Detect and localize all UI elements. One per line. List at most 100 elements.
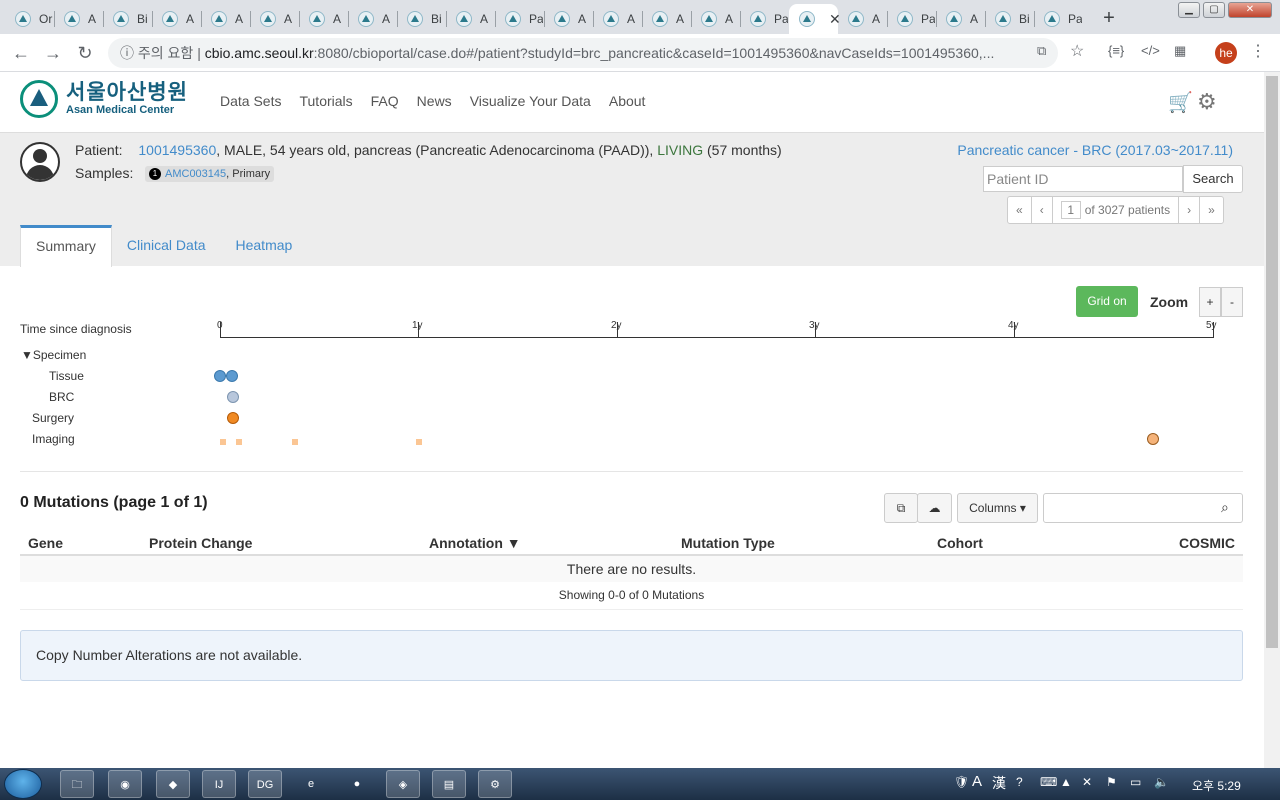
mutation-search-input[interactable]: ⌕ (1043, 493, 1243, 523)
grid-on-button[interactable]: Grid on (1076, 286, 1138, 317)
asan-logo[interactable]: 서울아산병원 Asan Medical Center (20, 80, 188, 118)
tab-clinical-data[interactable]: Clinical Data (112, 225, 221, 266)
gear-icon[interactable]: ⚙ (1197, 89, 1217, 115)
download-cloud-icon[interactable]: ☁ (917, 493, 952, 523)
col-annotation[interactable]: Annotation ▼ (429, 535, 521, 551)
col-gene[interactable]: Gene (28, 535, 63, 551)
nav-visualize[interactable]: Visualize Your Data (470, 93, 591, 109)
browser-tab[interactable]: A (593, 4, 642, 34)
clock[interactable]: 오후 5:29 (1192, 777, 1241, 794)
browser-tab[interactable]: A (446, 4, 495, 34)
page-scrollbar[interactable] (1264, 72, 1280, 768)
nav-faq[interactable]: FAQ (371, 93, 399, 109)
browser-tab[interactable]: Pa (740, 4, 789, 34)
new-tab-button[interactable]: + (1096, 6, 1122, 30)
browser-tab[interactable]: A (54, 4, 103, 34)
tissue-event-marker[interactable] (226, 370, 238, 382)
tray-expand-icon[interactable]: ▲ (1060, 775, 1072, 789)
imaging-event-marker[interactable] (416, 439, 422, 445)
cart-icon[interactable]: 🛒 (1168, 90, 1193, 115)
ime-a-icon[interactable]: A (972, 773, 982, 790)
tab-heatmap[interactable]: Heatmap (221, 225, 308, 266)
datagrip-taskbar-icon[interactable]: DG (248, 770, 282, 798)
minimize-button[interactable]: ▁ (1178, 2, 1200, 18)
app-taskbar-icon[interactable]: ● (340, 770, 374, 798)
browser-tab[interactable]: A (348, 4, 397, 34)
browser-tab[interactable]: Or (5, 4, 54, 34)
browser-tab[interactable]: A (642, 4, 691, 34)
json-extension-icon[interactable]: {≡} (1108, 43, 1124, 58)
imaging-event-marker[interactable] (292, 439, 298, 445)
intellij-taskbar-icon[interactable]: IJ (202, 770, 236, 798)
volume-icon[interactable]: 🔈 (1154, 775, 1169, 789)
surgery-event-marker[interactable] (227, 412, 239, 424)
brc-event-marker[interactable] (227, 391, 239, 403)
app-taskbar-icon[interactable]: ⚙ (478, 770, 512, 798)
patient-id-link[interactable]: 1001495360 (138, 142, 216, 158)
forward-icon[interactable]: → (42, 43, 64, 64)
pager-prev-button[interactable]: ‹ (1032, 197, 1053, 223)
tray-shield-icon[interactable]: 🛡 (954, 775, 969, 789)
browser-tab[interactable]: A (152, 4, 201, 34)
help-icon[interactable]: ? (1016, 775, 1023, 789)
url-input[interactable]: ⓘ 주의 요함 | cbio.amc.seoul.kr:8080/cbiopor… (108, 38, 1058, 68)
app-taskbar-icon[interactable]: ◈ (386, 770, 420, 798)
reload-icon[interactable]: ↻ (74, 43, 96, 64)
nav-data-sets[interactable]: Data Sets (220, 93, 281, 109)
nav-news[interactable]: News (417, 93, 452, 109)
ie-taskbar-icon[interactable]: e (294, 770, 328, 798)
browser-tab[interactable]: A (299, 4, 348, 34)
pager-last-button[interactable]: » (1200, 197, 1223, 223)
browser-tab[interactable]: Bi (397, 4, 446, 34)
back-icon[interactable]: ← (10, 43, 32, 64)
chrome-taskbar-icon[interactable]: ◉ (108, 770, 142, 798)
tissue-event-marker[interactable] (214, 370, 226, 382)
tray-icon[interactable]: ✕ (1082, 775, 1092, 789)
zoom-in-button[interactable]: + (1199, 287, 1221, 317)
patient-id-input[interactable]: Patient ID (983, 166, 1183, 192)
browser-tab[interactable]: A (838, 4, 887, 34)
sample-badge[interactable]: 1 AMC003145, Primary (145, 166, 275, 182)
zoom-out-button[interactable]: - (1221, 287, 1243, 317)
browser-tab[interactable]: A (691, 4, 740, 34)
pager-page-input[interactable]: 1 (1060, 201, 1081, 219)
copy-icon[interactable]: ⧉ (884, 493, 918, 523)
col-protein-change[interactable]: Protein Change (149, 535, 252, 551)
start-button[interactable] (4, 769, 42, 799)
browser-tab[interactable]: Pa (887, 4, 936, 34)
nav-tutorials[interactable]: Tutorials (299, 93, 352, 109)
browser-tab[interactable]: A (201, 4, 250, 34)
col-cosmic[interactable]: COSMIC (1179, 535, 1235, 551)
study-link[interactable]: Pancreatic cancer - BRC (2017.03~2017.11… (957, 142, 1233, 158)
profile-avatar[interactable]: he (1215, 42, 1237, 64)
network-icon[interactable]: ▭ (1130, 775, 1141, 789)
bookmark-star-icon[interactable]: ☆ (1070, 41, 1084, 61)
maximize-button[interactable]: ▢ (1203, 2, 1225, 18)
col-cohort[interactable]: Cohort (937, 535, 983, 551)
browser-tab[interactable]: A (544, 4, 593, 34)
tray-icon[interactable]: ⚑ (1106, 775, 1117, 789)
sample-id-link[interactable]: AMC003145 (165, 166, 226, 182)
browser-tab[interactable]: Bi (103, 4, 152, 34)
browser-tab[interactable]: Pa (495, 4, 544, 34)
code-extension-icon[interactable]: </> (1141, 43, 1160, 58)
col-mutation-type[interactable]: Mutation Type (681, 535, 775, 551)
app-taskbar-icon[interactable]: ◆ (156, 770, 190, 798)
browser-tab[interactable]: Bi (985, 4, 1034, 34)
pager-first-button[interactable]: « (1008, 197, 1032, 223)
extension-icon[interactable]: ▦ (1174, 43, 1186, 59)
columns-dropdown[interactable]: Columns ▾ (957, 493, 1038, 523)
browser-tab[interactable]: A (936, 4, 985, 34)
browser-tab[interactable]: Pa (1034, 4, 1083, 34)
notepad-taskbar-icon[interactable]: ▤ (432, 770, 466, 798)
imaging-event-marker[interactable] (1147, 433, 1159, 445)
close-window-button[interactable]: ✕ (1228, 2, 1272, 18)
search-button[interactable]: Search (1183, 165, 1243, 193)
browser-tab[interactable]: ✕ (789, 4, 841, 34)
track-specimen[interactable]: ▼Specimen (21, 348, 86, 362)
menu-kebab-icon[interactable]: ⋮ (1250, 41, 1266, 61)
browser-tab[interactable]: A (250, 4, 299, 34)
nav-about[interactable]: About (609, 93, 646, 109)
explorer-taskbar-icon[interactable]: 🗀 (60, 770, 94, 798)
imaging-event-marker[interactable] (220, 439, 226, 445)
